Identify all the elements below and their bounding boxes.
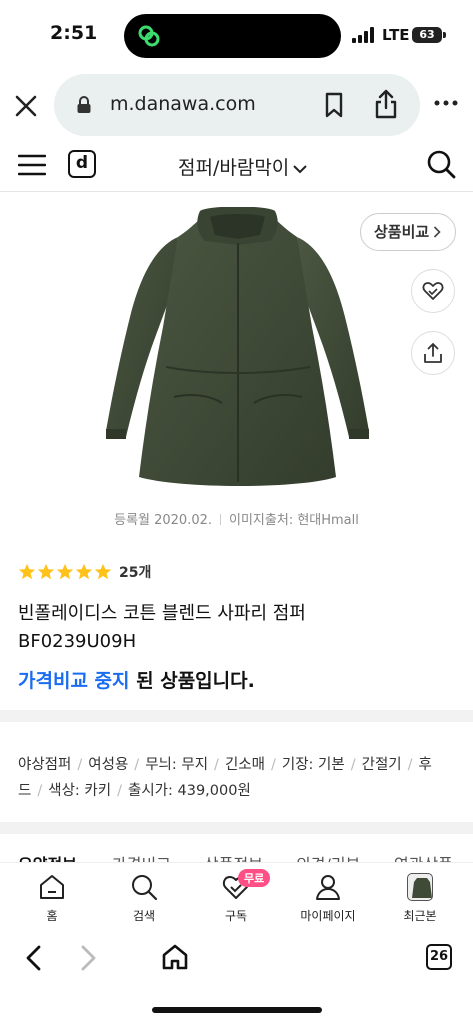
link-icon <box>138 25 160 47</box>
product-meta: 등록월 2020.02. 이미지출처: 현대Hmall <box>0 509 473 528</box>
spec-separator: / <box>407 757 413 773</box>
spec-item: 긴소매 <box>224 757 265 773</box>
spec-separator: / <box>37 783 43 799</box>
compare-label: 상품비교 <box>374 223 430 241</box>
star-icon <box>94 563 112 580</box>
nav-recent-label: 최근본 <box>403 909 437 923</box>
price-status-text: 된 상품입니다. <box>129 670 255 692</box>
bottom-navigation: 홈 검색 무료 구독 마이페이지 최근본 <box>0 862 473 932</box>
nav-recent[interactable]: 최근본 <box>380 873 460 924</box>
tab-switcher-button[interactable]: 26 <box>426 944 452 970</box>
star-icon <box>37 563 55 580</box>
spec-separator: / <box>134 757 140 773</box>
address-bar[interactable]: m.danawa.com <box>54 74 420 136</box>
spec-list: 야상점퍼 / 여성용 / 무늬: 무지 / 긴소매 / 기장: 기본 / 간절기 / 후드 / 색상: 카키… <box>18 752 458 804</box>
bookmark-icon[interactable] <box>322 92 346 118</box>
nav-subscribe[interactable]: 무료 구독 <box>196 869 276 924</box>
spec-item: 야상점퍼 <box>18 757 72 773</box>
review-count: 25개 <box>119 565 152 581</box>
register-date: 등록월 2020.02. <box>114 513 213 528</box>
url-text[interactable]: m.danawa.com <box>110 93 256 115</box>
wishlist-button[interactable] <box>411 269 455 313</box>
search-icon <box>132 875 158 901</box>
status-bar: 2:51 LTE 63 <box>0 0 473 70</box>
share-icon <box>424 343 442 363</box>
product-model: BF0239U09H <box>18 631 137 652</box>
lock-icon <box>77 96 91 113</box>
rating-row[interactable]: 25개 <box>18 562 151 582</box>
danawa-logo[interactable]: d <box>68 150 96 178</box>
nav-mypage-label: 마이페이지 <box>300 909 356 923</box>
heart-icon <box>422 282 444 300</box>
product-image-area: 상품비교 등록월 2020.02. 이미지출처: 현대Hmall <box>0 193 473 543</box>
spec-separator: / <box>214 757 219 773</box>
spec-separator: / <box>350 757 356 773</box>
star-icon <box>75 563 93 580</box>
forward-arrow-icon[interactable] <box>76 944 100 972</box>
section-divider <box>0 710 473 722</box>
site-header: d 점퍼/바람막이 <box>0 140 473 192</box>
image-source: 이미지출처: 현대Hmall <box>229 513 359 528</box>
more-options-icon[interactable] <box>434 98 458 108</box>
product-share-button[interactable] <box>411 331 455 375</box>
status-time: 2:51 <box>50 22 98 44</box>
free-badge: 무료 <box>238 869 271 887</box>
star-icon <box>56 563 74 580</box>
spec-separator: / <box>117 783 122 799</box>
network-type: LTE <box>382 26 410 44</box>
spec-item: 색상: 카키 <box>48 783 112 799</box>
category-label: 점퍼/바람막이 <box>178 157 290 179</box>
battery-icon: 63 <box>412 27 446 43</box>
jacket-thumbnail-icon <box>412 878 432 898</box>
browser-toolbar: 26 <box>0 932 473 1024</box>
price-status: 가격비교 중지 된 상품입니다. <box>18 666 255 693</box>
product-image[interactable] <box>100 207 375 497</box>
section-divider <box>0 822 473 834</box>
spec-item: 여성용 <box>88 757 129 773</box>
menu-icon[interactable] <box>18 154 46 176</box>
user-icon <box>316 875 340 900</box>
nav-home-label: 홈 <box>46 909 58 923</box>
product-name: 빈폴레이디스 코튼 블렌드 사파리 점퍼 BF0239U09H <box>18 600 458 656</box>
dynamic-island <box>124 14 341 58</box>
home-indicator <box>152 1007 322 1013</box>
spec-item: 간절기 <box>361 757 402 773</box>
signal-icon <box>352 27 374 43</box>
spec-item: 기장: 기본 <box>281 757 345 773</box>
close-icon[interactable] <box>12 92 40 120</box>
home-icon[interactable] <box>160 942 190 972</box>
star-rating <box>18 563 113 581</box>
nav-mypage[interactable]: 마이페이지 <box>288 873 368 924</box>
home-icon <box>40 875 64 899</box>
share-icon[interactable] <box>372 88 400 120</box>
product-name-line: 빈폴레이디스 코튼 블렌드 사파리 점퍼 <box>18 603 306 624</box>
compare-button[interactable]: 상품비교 <box>360 213 456 251</box>
recent-product-thumbnail <box>407 873 433 901</box>
search-icon[interactable] <box>426 149 456 179</box>
price-status-highlight: 가격비교 중지 <box>18 670 130 692</box>
nav-home[interactable]: 홈 <box>12 873 92 924</box>
meta-divider <box>220 514 222 525</box>
chevron-right-icon <box>434 226 441 238</box>
spec-separator: / <box>77 757 83 773</box>
back-arrow-icon[interactable] <box>22 944 46 972</box>
spec-item: 무늬: 무지 <box>145 757 209 773</box>
nav-subscribe-label: 구독 <box>224 909 248 923</box>
chevron-down-icon <box>293 164 308 173</box>
category-selector[interactable]: 점퍼/바람막이 <box>178 153 308 180</box>
spec-item: 출시가: 439,000원 <box>127 783 251 799</box>
nav-search[interactable]: 검색 <box>104 873 184 924</box>
nav-search-label: 검색 <box>132 909 156 923</box>
spec-separator: / <box>270 757 276 773</box>
star-icon <box>18 563 36 580</box>
